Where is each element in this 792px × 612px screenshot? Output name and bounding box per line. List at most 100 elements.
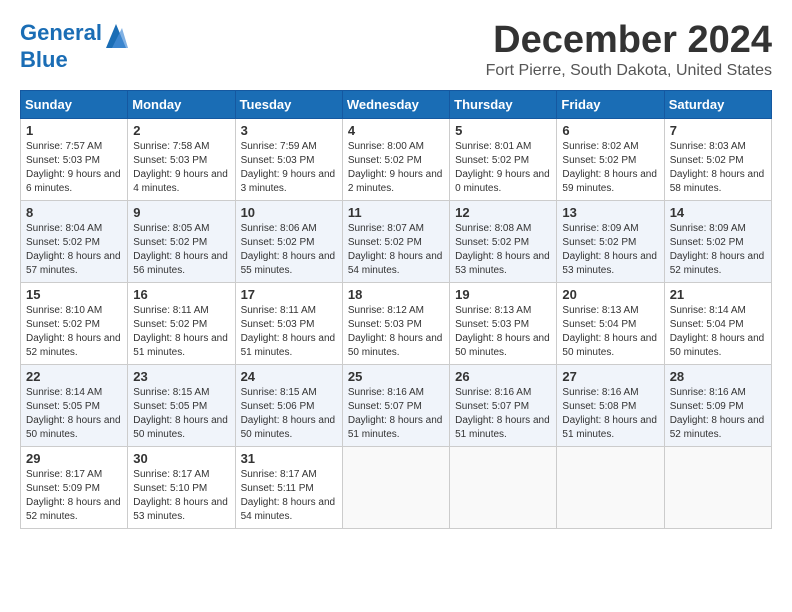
day-number: 3 bbox=[241, 123, 337, 138]
calendar-week-row: 29 Sunrise: 8:17 AM Sunset: 5:09 PM Dayl… bbox=[21, 446, 772, 528]
header-saturday: Saturday bbox=[664, 90, 771, 118]
logo: General Blue bbox=[20, 20, 128, 72]
day-info: Sunrise: 8:16 AM Sunset: 5:09 PM Dayligh… bbox=[670, 386, 766, 442]
day-info: Sunrise: 8:17 AM Sunset: 5:11 PM Dayligh… bbox=[241, 468, 337, 524]
day-info: Sunrise: 8:16 AM Sunset: 5:07 PM Dayligh… bbox=[348, 386, 444, 442]
table-row: 21 Sunrise: 8:14 AM Sunset: 5:04 PM Dayl… bbox=[664, 282, 771, 364]
table-row: 1 Sunrise: 7:57 AM Sunset: 5:03 PM Dayli… bbox=[21, 118, 128, 200]
logo-subtext: Blue bbox=[20, 48, 128, 72]
calendar-week-row: 1 Sunrise: 7:57 AM Sunset: 5:03 PM Dayli… bbox=[21, 118, 772, 200]
day-number: 24 bbox=[241, 369, 337, 384]
table-row bbox=[664, 446, 771, 528]
calendar-week-row: 8 Sunrise: 8:04 AM Sunset: 5:02 PM Dayli… bbox=[21, 200, 772, 282]
title-block: December 2024 Fort Pierre, South Dakota,… bbox=[486, 20, 772, 80]
table-row: 9 Sunrise: 8:05 AM Sunset: 5:02 PM Dayli… bbox=[128, 200, 235, 282]
table-row: 16 Sunrise: 8:11 AM Sunset: 5:02 PM Dayl… bbox=[128, 282, 235, 364]
day-info: Sunrise: 8:14 AM Sunset: 5:05 PM Dayligh… bbox=[26, 386, 122, 442]
day-info: Sunrise: 8:14 AM Sunset: 5:04 PM Dayligh… bbox=[670, 304, 766, 360]
table-row: 6 Sunrise: 8:02 AM Sunset: 5:02 PM Dayli… bbox=[557, 118, 664, 200]
table-row bbox=[342, 446, 449, 528]
table-row: 12 Sunrise: 8:08 AM Sunset: 5:02 PM Dayl… bbox=[450, 200, 557, 282]
calendar-week-row: 15 Sunrise: 8:10 AM Sunset: 5:02 PM Dayl… bbox=[21, 282, 772, 364]
day-number: 7 bbox=[670, 123, 766, 138]
day-info: Sunrise: 8:07 AM Sunset: 5:02 PM Dayligh… bbox=[348, 222, 444, 278]
table-row: 31 Sunrise: 8:17 AM Sunset: 5:11 PM Dayl… bbox=[235, 446, 342, 528]
day-info: Sunrise: 8:15 AM Sunset: 5:06 PM Dayligh… bbox=[241, 386, 337, 442]
table-row: 20 Sunrise: 8:13 AM Sunset: 5:04 PM Dayl… bbox=[557, 282, 664, 364]
day-number: 18 bbox=[348, 287, 444, 302]
day-number: 12 bbox=[455, 205, 551, 220]
day-number: 13 bbox=[562, 205, 658, 220]
day-info: Sunrise: 8:16 AM Sunset: 5:07 PM Dayligh… bbox=[455, 386, 551, 442]
table-row: 3 Sunrise: 7:59 AM Sunset: 5:03 PM Dayli… bbox=[235, 118, 342, 200]
day-info: Sunrise: 8:15 AM Sunset: 5:05 PM Dayligh… bbox=[133, 386, 229, 442]
day-number: 17 bbox=[241, 287, 337, 302]
day-number: 16 bbox=[133, 287, 229, 302]
day-info: Sunrise: 8:04 AM Sunset: 5:02 PM Dayligh… bbox=[26, 222, 122, 278]
location-title: Fort Pierre, South Dakota, United States bbox=[486, 62, 772, 80]
day-info: Sunrise: 8:08 AM Sunset: 5:02 PM Dayligh… bbox=[455, 222, 551, 278]
day-number: 8 bbox=[26, 205, 122, 220]
day-number: 27 bbox=[562, 369, 658, 384]
day-info: Sunrise: 8:09 AM Sunset: 5:02 PM Dayligh… bbox=[670, 222, 766, 278]
day-number: 15 bbox=[26, 287, 122, 302]
day-info: Sunrise: 8:13 AM Sunset: 5:04 PM Dayligh… bbox=[562, 304, 658, 360]
day-number: 28 bbox=[670, 369, 766, 384]
day-info: Sunrise: 8:17 AM Sunset: 5:10 PM Dayligh… bbox=[133, 468, 229, 524]
day-number: 25 bbox=[348, 369, 444, 384]
calendar-header-row: Sunday Monday Tuesday Wednesday Thursday… bbox=[21, 90, 772, 118]
header-sunday: Sunday bbox=[21, 90, 128, 118]
logo-text: General bbox=[20, 20, 128, 48]
table-row: 11 Sunrise: 8:07 AM Sunset: 5:02 PM Dayl… bbox=[342, 200, 449, 282]
day-info: Sunrise: 7:57 AM Sunset: 5:03 PM Dayligh… bbox=[26, 140, 122, 196]
day-info: Sunrise: 8:02 AM Sunset: 5:02 PM Dayligh… bbox=[562, 140, 658, 196]
table-row: 15 Sunrise: 8:10 AM Sunset: 5:02 PM Dayl… bbox=[21, 282, 128, 364]
header-wednesday: Wednesday bbox=[342, 90, 449, 118]
day-info: Sunrise: 8:09 AM Sunset: 5:02 PM Dayligh… bbox=[562, 222, 658, 278]
day-info: Sunrise: 7:59 AM Sunset: 5:03 PM Dayligh… bbox=[241, 140, 337, 196]
table-row bbox=[450, 446, 557, 528]
header-tuesday: Tuesday bbox=[235, 90, 342, 118]
day-number: 31 bbox=[241, 451, 337, 466]
table-row: 27 Sunrise: 8:16 AM Sunset: 5:08 PM Dayl… bbox=[557, 364, 664, 446]
table-row: 22 Sunrise: 8:14 AM Sunset: 5:05 PM Dayl… bbox=[21, 364, 128, 446]
day-number: 5 bbox=[455, 123, 551, 138]
day-number: 6 bbox=[562, 123, 658, 138]
table-row: 26 Sunrise: 8:16 AM Sunset: 5:07 PM Dayl… bbox=[450, 364, 557, 446]
table-row: 25 Sunrise: 8:16 AM Sunset: 5:07 PM Dayl… bbox=[342, 364, 449, 446]
day-info: Sunrise: 8:06 AM Sunset: 5:02 PM Dayligh… bbox=[241, 222, 337, 278]
day-number: 11 bbox=[348, 205, 444, 220]
day-number: 22 bbox=[26, 369, 122, 384]
day-info: Sunrise: 8:05 AM Sunset: 5:02 PM Dayligh… bbox=[133, 222, 229, 278]
table-row: 17 Sunrise: 8:11 AM Sunset: 5:03 PM Dayl… bbox=[235, 282, 342, 364]
table-row: 4 Sunrise: 8:00 AM Sunset: 5:02 PM Dayli… bbox=[342, 118, 449, 200]
day-number: 10 bbox=[241, 205, 337, 220]
table-row: 24 Sunrise: 8:15 AM Sunset: 5:06 PM Dayl… bbox=[235, 364, 342, 446]
calendar-table: Sunday Monday Tuesday Wednesday Thursday… bbox=[20, 90, 772, 529]
table-row: 10 Sunrise: 8:06 AM Sunset: 5:02 PM Dayl… bbox=[235, 200, 342, 282]
page-header: General Blue December 2024 Fort Pierre, … bbox=[20, 20, 772, 80]
day-number: 2 bbox=[133, 123, 229, 138]
table-row: 14 Sunrise: 8:09 AM Sunset: 5:02 PM Dayl… bbox=[664, 200, 771, 282]
day-number: 14 bbox=[670, 205, 766, 220]
table-row: 5 Sunrise: 8:01 AM Sunset: 5:02 PM Dayli… bbox=[450, 118, 557, 200]
day-number: 9 bbox=[133, 205, 229, 220]
day-info: Sunrise: 8:00 AM Sunset: 5:02 PM Dayligh… bbox=[348, 140, 444, 196]
day-info: Sunrise: 8:11 AM Sunset: 5:03 PM Dayligh… bbox=[241, 304, 337, 360]
day-number: 23 bbox=[133, 369, 229, 384]
day-number: 26 bbox=[455, 369, 551, 384]
day-info: Sunrise: 8:10 AM Sunset: 5:02 PM Dayligh… bbox=[26, 304, 122, 360]
month-title: December 2024 bbox=[486, 20, 772, 62]
table-row: 7 Sunrise: 8:03 AM Sunset: 5:02 PM Dayli… bbox=[664, 118, 771, 200]
day-info: Sunrise: 7:58 AM Sunset: 5:03 PM Dayligh… bbox=[133, 140, 229, 196]
day-number: 4 bbox=[348, 123, 444, 138]
day-info: Sunrise: 8:11 AM Sunset: 5:02 PM Dayligh… bbox=[133, 304, 229, 360]
day-number: 21 bbox=[670, 287, 766, 302]
header-thursday: Thursday bbox=[450, 90, 557, 118]
header-monday: Monday bbox=[128, 90, 235, 118]
day-number: 1 bbox=[26, 123, 122, 138]
day-number: 29 bbox=[26, 451, 122, 466]
table-row: 29 Sunrise: 8:17 AM Sunset: 5:09 PM Dayl… bbox=[21, 446, 128, 528]
header-friday: Friday bbox=[557, 90, 664, 118]
day-number: 20 bbox=[562, 287, 658, 302]
